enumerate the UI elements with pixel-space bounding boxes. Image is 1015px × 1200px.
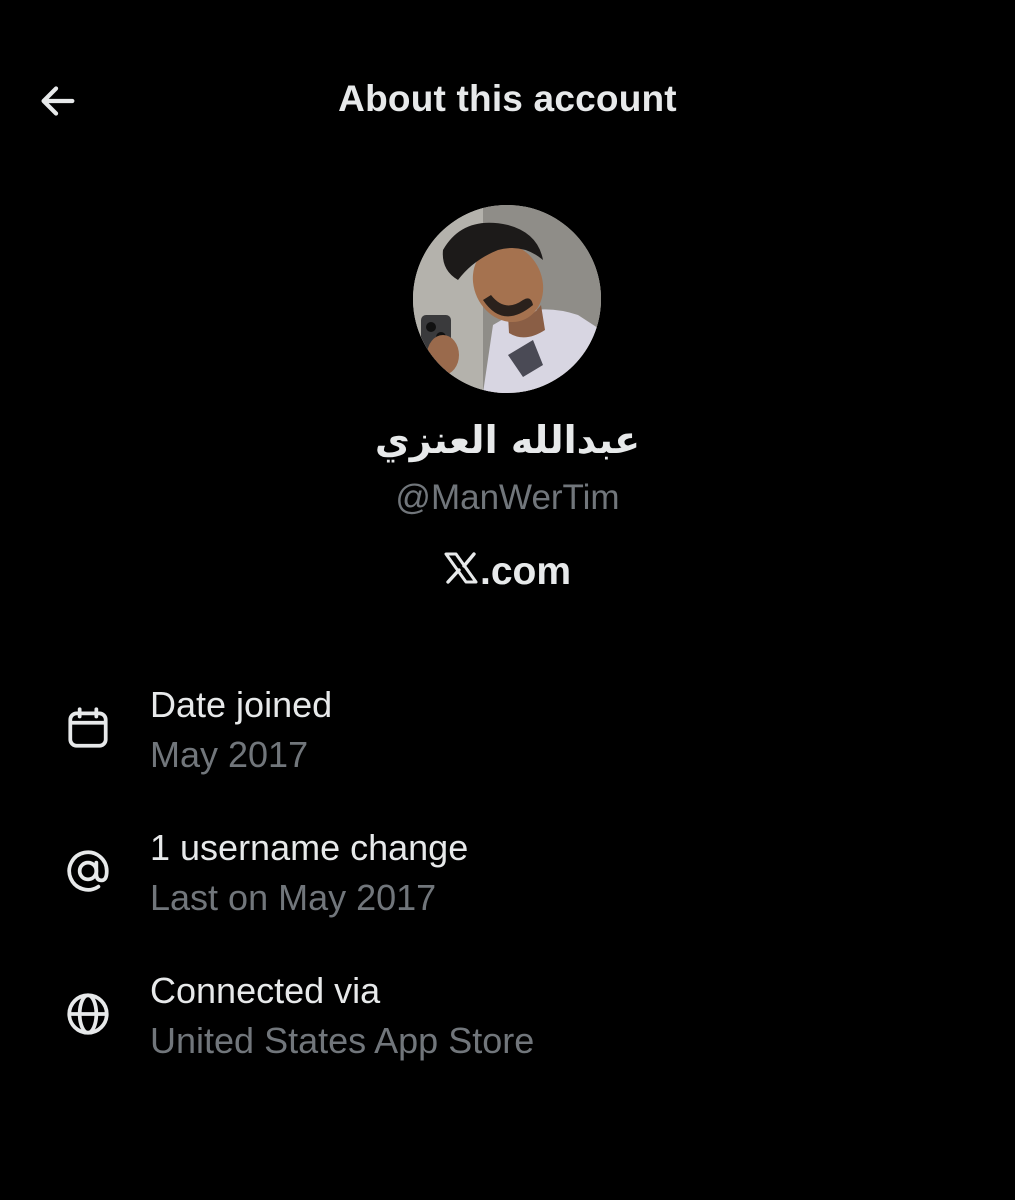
username-handle: @ManWerTim	[395, 478, 620, 517]
date-joined-value: May 2017	[150, 734, 309, 775]
site-label: .com	[0, 550, 1015, 594]
info-row-date-joined: Date joined May 2017	[0, 684, 1015, 794]
info-row-username-changes: 1 username change Last on May 2017	[0, 827, 1015, 937]
connected-via-title: Connected via	[150, 970, 381, 1011]
globe-icon	[60, 986, 116, 1042]
site-suffix: .com	[479, 550, 572, 593]
page-title: About this account	[338, 78, 677, 119]
calendar-icon	[60, 700, 116, 756]
date-joined-title: Date joined	[150, 684, 333, 725]
avatar	[413, 205, 601, 393]
avatar-photo	[413, 205, 601, 393]
display-name: عبدالله العنزي	[374, 418, 641, 462]
username-change-value: Last on May 2017	[150, 877, 437, 918]
at-sign-icon	[60, 843, 116, 899]
info-row-connected-via: Connected via United States App Store	[0, 970, 1015, 1080]
x-logo-icon	[444, 550, 478, 594]
username-change-title: 1 username change	[150, 827, 469, 868]
top-bar: About this account	[0, 0, 1015, 200]
connected-via-value: United States App Store	[150, 1020, 535, 1061]
